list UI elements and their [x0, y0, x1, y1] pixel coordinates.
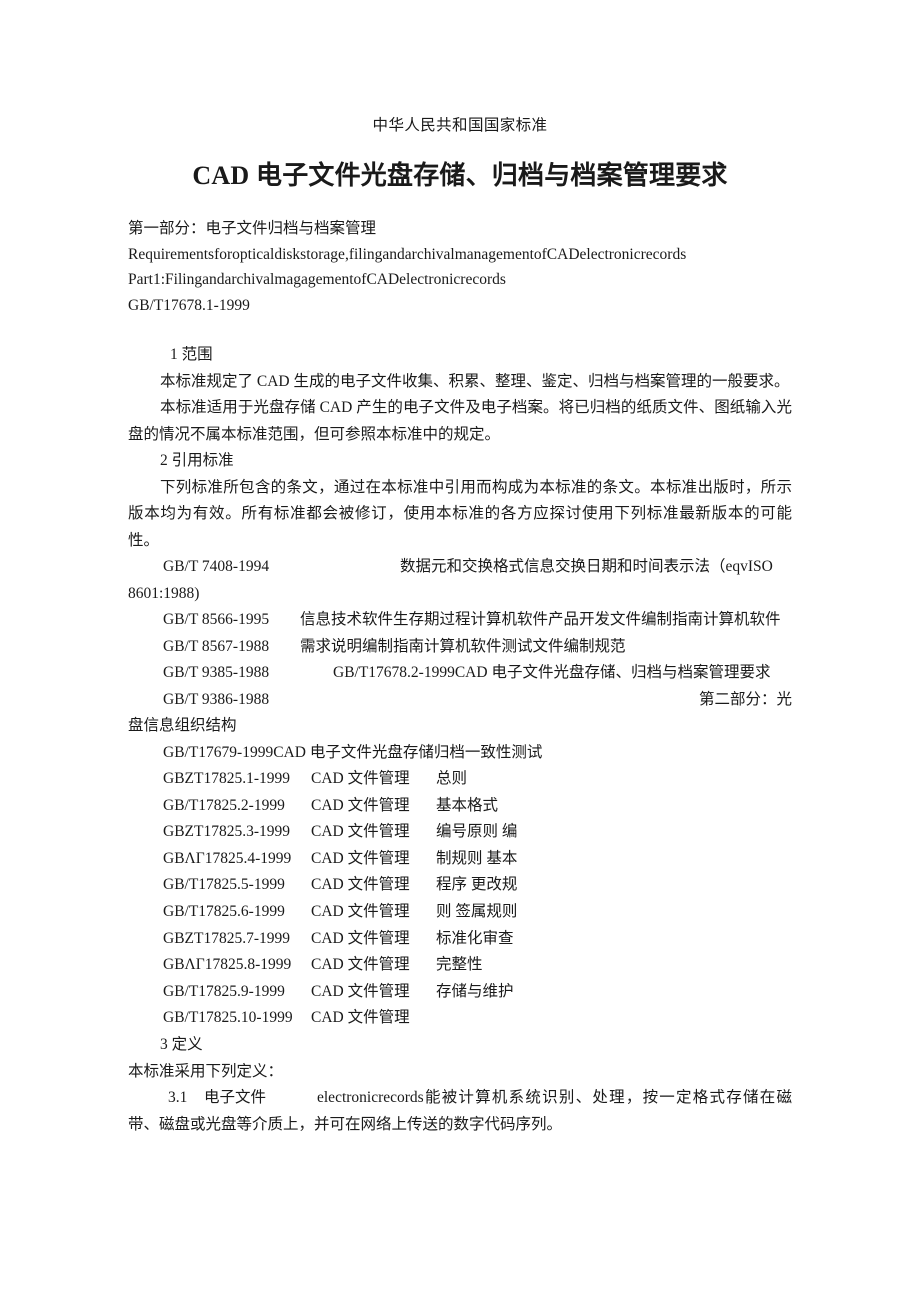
scope-paragraph-2: 本标准适用于光盘存储 CAD 产生的电子文件及电子档案。将已归档的纸质文件、图纸… [128, 399, 792, 443]
cad-standard-subject: 总则 [436, 770, 468, 788]
cad-management-row: GB/T17825.5-1999 CAD 文件管理 程序 更改规 [128, 872, 792, 899]
reference-code: GB/T 8567-1988 [163, 637, 270, 655]
cad-standard-subject: 标准化审查 [436, 929, 514, 947]
issuing-organization: 中华人民共和国国家标准 [372, 117, 548, 134]
reference-code: GB/T 9386-1988 [163, 690, 270, 708]
scope-paragraph-1: 本标准规定了 CAD 生成的电子文件收集、积累、整理、鉴定、归档与档案管理的一般… [160, 372, 790, 390]
reference-entry: GB/T 9386-1988 第二部分：光 [128, 687, 792, 714]
reference-entry: GB/T 8567-1988 需求说明编制指南计算机软件测试文件编制规范 [128, 634, 792, 661]
cad-standard-code: GBZT17825.3-1999 [163, 823, 291, 841]
standard-number: GB/T17678.1-1999 [128, 296, 250, 314]
definition-term: 电子文件 [204, 1089, 267, 1107]
page-content: 中华人民共和国国家标准 CAD 电子文件光盘存储、归档与档案管理要求 第一部分：… [128, 0, 792, 1138]
cad-standard-name: CAD 文件管理 [311, 982, 410, 1000]
reference-text: 信息技术软件生存期过程计算机软件产品开发文件编制指南计算机软件 [300, 611, 781, 629]
cad-standard-subject: 制规则 基本 [436, 849, 518, 867]
english-title: Requirementsforopticaldiskstorage,filing… [128, 245, 687, 263]
cad-standard-code: GBZT17825.1-1999 [163, 770, 291, 788]
cad-standard-name: CAD 文件管理 [311, 770, 410, 788]
reference-code: GB/T 7408-1994 [163, 558, 270, 576]
cad-standard-name: CAD 文件管理 [311, 956, 410, 974]
cad-standard-code: GB/T17825.6-1999 [163, 903, 285, 921]
cad-management-row: GBΛΓ17825.4-1999 CAD 文件管理 制规则 基本 [128, 846, 792, 873]
reference-entry: GB/T 8566-1995 信息技术软件生存期过程计算机软件产品开发文件编制指… [128, 607, 792, 634]
cad-standard-code: GBΛΓ17825.4-1999 [163, 849, 292, 867]
english-part-designation: Part1:FilingandarchivalmagagementofCADel… [128, 271, 506, 289]
reference-continuation: 8601:1988) [128, 584, 200, 602]
cad-management-row: GBZT17825.7-1999 CAD 文件管理 标准化审查 [128, 926, 792, 953]
reference-text: 第二部分：光 [698, 690, 792, 708]
definition-number: 3.1 [168, 1089, 188, 1107]
cad-management-row: GB/T17825.10-1999 CAD 文件管理 [128, 1005, 792, 1032]
section-heading-scope: 1 范围 [170, 346, 213, 364]
cad-standard-name: CAD 文件管理 [311, 849, 410, 867]
cad-management-list: GBZT17825.1-1999 CAD 文件管理 总则 GB/T17825.2-1… [128, 766, 792, 1032]
cad-standard-name: CAD 文件管理 [311, 903, 410, 921]
section-heading-references: 2 引用标准 [160, 452, 234, 470]
cad-standard-subject: 则 签属规则 [436, 903, 518, 921]
reference-code: GB/T 9385-1988 [163, 664, 270, 682]
reference-entry-standalone: GB/T17679-1999CAD 电子文件光盘存储归档一致性测试 [163, 743, 543, 761]
cad-standard-subject: 基本格式 [436, 796, 499, 814]
cad-management-row: GBZT17825.1-1999 CAD 文件管理 总则 [128, 766, 792, 793]
reference-code: GB/T 8566-1995 [163, 611, 270, 629]
definition-term-english: electronicrecords [317, 1089, 424, 1107]
front-matter: 第一部分：电子文件归档与档案管理 Requirementsforopticald… [128, 216, 792, 318]
references-paragraph: 下列标准所包含的条文，通过在本标准中引用而构成为本标准的条文。本标准出版时，所示… [128, 478, 792, 549]
cad-management-row: GB/T17825.9-1999 CAD 文件管理 存储与维护 [128, 979, 792, 1006]
cad-management-row: GBΛΓ17825.8-1999 CAD 文件管理 完整性 [128, 952, 792, 979]
cad-standard-subject: 完整性 [436, 956, 483, 974]
cad-standard-code: GB/T17825.10-1999 [163, 1009, 293, 1027]
definition-entry: 3.1 电子文件 electronicrecords能被计算机系统识别、处理，按一定… [128, 1085, 792, 1138]
document-title: CAD 电子文件光盘存储、归档与档案管理要求 [192, 160, 728, 190]
cad-standard-name: CAD 文件管理 [311, 1009, 410, 1027]
cad-standard-subject: 编号原则 编 [436, 823, 518, 841]
reference-text: 需求说明编制指南计算机软件测试文件编制规范 [300, 637, 626, 655]
cad-management-row: GB/T17825.2-1999 CAD 文件管理 基本格式 [128, 793, 792, 820]
cad-standard-code: GB/T17825.2-1999 [163, 796, 285, 814]
cad-standard-code: GBZT17825.7-1999 [163, 929, 291, 947]
document-page: 中华人民共和国国家标准 CAD 电子文件光盘存储、归档与档案管理要求 第一部分：… [0, 0, 920, 1301]
reference-text: 数据元和交换格式信息交换日期和时间表示法（eqvISO [400, 558, 773, 576]
reference-text: GB/T17678.2-1999CAD 电子文件光盘存储、归档与档案管理要求 [333, 664, 771, 682]
cad-standard-name: CAD 文件管理 [311, 876, 410, 894]
reference-continuation: 盘信息组织结构 [128, 717, 237, 735]
cad-standard-code: GB/T17825.5-1999 [163, 876, 285, 894]
reference-entry: GB/T 7408-1994 数据元和交换格式信息交换日期和时间表示法（eqvI… [128, 554, 792, 581]
cad-standard-subject: 程序 更改规 [436, 876, 518, 894]
cad-standard-name: CAD 文件管理 [311, 823, 410, 841]
cad-standard-subject: 存储与维护 [436, 982, 514, 1000]
cad-management-row: GB/T17825.6-1999 CAD 文件管理 则 签属规则 [128, 899, 792, 926]
definitions-intro: 本标准采用下列定义： [128, 1062, 284, 1080]
cad-management-row: GBZT17825.3-1999 CAD 文件管理 编号原则 编 [128, 819, 792, 846]
cad-standard-code: GB/T17825.9-1999 [163, 982, 285, 1000]
cad-standard-name: CAD 文件管理 [311, 796, 410, 814]
cad-standard-name: CAD 文件管理 [311, 929, 410, 947]
cad-standard-code: GBΛΓ17825.8-1999 [163, 956, 292, 974]
reference-entry: GB/T 9385-1988 GB/T17678.2-1999CAD 电子文件光… [128, 660, 792, 687]
section-heading-definitions: 3 定义 [160, 1036, 203, 1054]
part-designation: 第一部分：电子文件归档与档案管理 [128, 220, 377, 238]
